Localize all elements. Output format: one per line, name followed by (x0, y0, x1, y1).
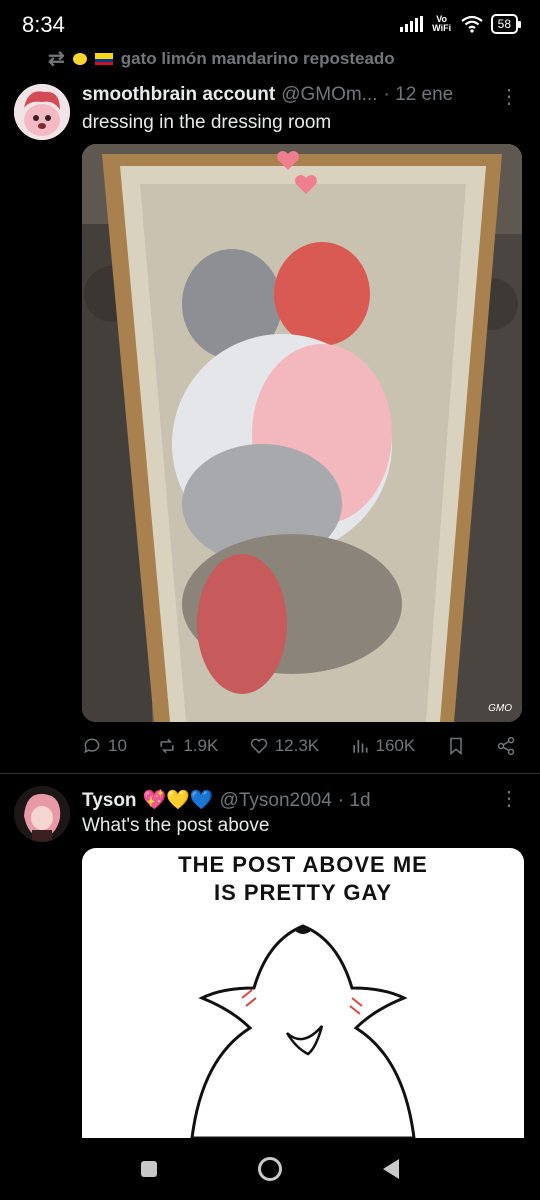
illustration-dressing-room (82, 144, 522, 722)
tweet-header: Tyson 💖💛💙 @Tyson2004 · 1d (82, 788, 371, 812)
system-navigation-bar (0, 1138, 540, 1200)
reply-button[interactable]: 10 (82, 736, 127, 756)
media-signature: GMO (488, 703, 512, 714)
bookmark-icon (449, 737, 462, 756)
status-bar: 8:34 Vo WiFi 58 (0, 0, 540, 52)
wifi-icon (460, 15, 483, 33)
more-options-icon[interactable]: ⋮ (499, 786, 519, 811)
home-button[interactable] (257, 1157, 282, 1181)
author-name[interactable]: Tyson (82, 790, 137, 812)
repost-icon: ⇄ (48, 48, 65, 70)
reply-icon (84, 738, 100, 754)
views-count: 160K (375, 736, 416, 755)
heart-icon (250, 738, 267, 754)
tweet-actions: 10 1.9K 12.3K 160K (82, 736, 516, 756)
views-icon (352, 740, 368, 753)
repost-count: 1.9K (183, 736, 219, 755)
tweet-header: smoothbrain account @GMOm... · 12 ene (82, 84, 453, 106)
status-icons: Vo WiFi 58 (399, 14, 522, 34)
recent-apps-button[interactable] (140, 1161, 157, 1177)
author-name[interactable]: smoothbrain account (82, 84, 275, 106)
lemon-icon (72, 52, 87, 65)
tweet-text: What's the post above (82, 815, 270, 836)
tweet-media-image[interactable]: THE POST ABOVE ME IS PRETTY GAY (82, 848, 524, 1138)
avatar[interactable] (14, 84, 70, 140)
network-label: Vo WiFi (432, 14, 452, 33)
avatar-illustration (14, 84, 70, 140)
meme-character-drawing (190, 924, 416, 1138)
signal-icon (399, 16, 423, 32)
avatar-illustration (14, 786, 70, 842)
author-handle[interactable]: @Tyson2004 (220, 790, 332, 812)
share-icon (497, 736, 515, 756)
bookmark-button[interactable] (446, 736, 466, 756)
avatar[interactable] (14, 786, 70, 842)
status-time: 8:34 (22, 12, 65, 37)
author-name-emojis: 💖💛💙 (142, 790, 214, 811)
back-button[interactable] (383, 1159, 400, 1179)
reply-count: 10 (108, 736, 127, 755)
tweet-text: dressing in the dressing room (82, 112, 332, 133)
like-count: 12.3K (274, 736, 320, 755)
share-button[interactable] (496, 736, 516, 756)
views-button[interactable]: 160K (350, 736, 416, 756)
like-button[interactable]: 12.3K (249, 736, 319, 756)
colombia-flag-icon (94, 52, 113, 65)
repost-line[interactable]: ⇄ gato limón mandarino reposteado (48, 46, 395, 71)
repost-button[interactable]: 1.9K (157, 736, 218, 756)
more-options-icon[interactable]: ⋮ (499, 84, 519, 109)
author-handle[interactable]: @GMOm... (281, 84, 377, 106)
battery-indicator: 58 (490, 14, 522, 34)
repost-label: gato limón mandarino reposteado (120, 48, 395, 68)
tweet-divider (0, 773, 540, 774)
tweet-media-image[interactable]: GMO (82, 144, 522, 722)
tweet-time[interactable]: · 1d (338, 790, 371, 812)
tweet-time[interactable]: · 12 ene (384, 84, 454, 106)
repost-icon (160, 738, 174, 754)
